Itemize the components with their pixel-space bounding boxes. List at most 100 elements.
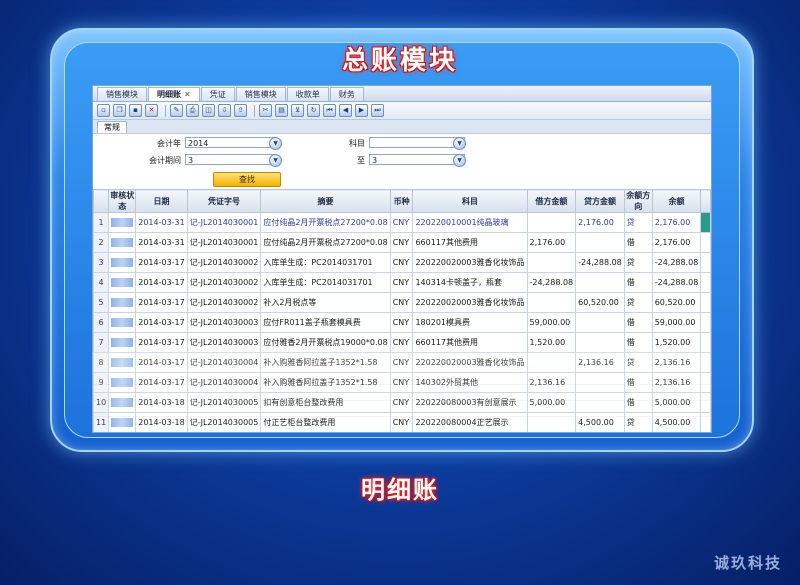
table-cell: -24,288.08 <box>526 272 577 293</box>
table-cell: 59,000.00 <box>526 312 577 333</box>
table-cell: 2,176.00 <box>651 232 702 253</box>
tab-receipt[interactable]: 收款单 <box>286 87 329 101</box>
cut-icon[interactable]: ✂ <box>259 104 272 117</box>
scrollbar-cell[interactable] <box>700 292 711 313</box>
toolbar-separator <box>165 104 166 117</box>
table-cell: 140314卡顿盖子，瓶套 <box>412 272 528 293</box>
chevron-down-icon[interactable]: ▼ <box>453 154 466 167</box>
row-number: 1 <box>93 212 110 233</box>
table-cell: 贷 <box>624 433 652 434</box>
paste-icon[interactable]: ▤ <box>275 104 288 117</box>
print-icon[interactable]: ⎙ <box>186 104 199 117</box>
tab-sales-module-2[interactable]: 销售模块 <box>235 87 286 101</box>
prev-page-icon[interactable]: ◀ <box>339 104 352 117</box>
col-header[interactable]: 余额 <box>651 189 702 213</box>
close-icon[interactable]: ✕ <box>184 88 191 101</box>
col-header[interactable]: 凭证字号 <box>186 189 262 213</box>
col-header[interactable]: 摘要 <box>260 189 391 213</box>
table-cell: 借 <box>623 232 653 253</box>
col-header[interactable]: 日期 <box>135 189 188 213</box>
table-row[interactable]: 12 2014-03-18记-JL2014030005有创意柜台整改收入CNY63… <box>94 433 711 434</box>
audit-status-cell <box>108 332 137 353</box>
tab-ledger-detail[interactable]: 明细账 ✕ <box>148 87 200 101</box>
table-row[interactable]: 5 2014-03-17 记-JL2014030002 补入2月税点等 CNY 22022… <box>93 292 711 313</box>
col-header[interactable]: 余额方向 <box>623 189 653 213</box>
table-row[interactable]: 3 2014-03-17 记-JL2014030002 入库单生成：PC2014031… <box>93 252 711 273</box>
table-cell <box>527 433 576 434</box>
preview-icon[interactable]: ◫ <box>202 104 215 117</box>
table-cell: 660117其他费用 <box>412 232 528 253</box>
table-cell: -24,288.08 <box>651 252 702 273</box>
refresh-icon[interactable]: ↻ <box>307 104 320 117</box>
table-row[interactable]: 1 2014-03-31 记-JL2014030001 应付纯晶2月开票税点27200… <box>93 212 711 233</box>
table-cell <box>575 312 625 333</box>
col-header[interactable]: 借方金额 <box>526 189 577 213</box>
to-input[interactable]: 3 <box>369 154 465 165</box>
status-bar <box>111 298 134 307</box>
table-cell: 借 <box>623 332 653 353</box>
first-page-icon[interactable]: ⏮ <box>323 104 336 117</box>
scrollbar-cell[interactable] <box>700 272 711 293</box>
subject-input[interactable] <box>369 137 465 148</box>
delete-icon[interactable]: ✕ <box>145 104 158 117</box>
col-header[interactable]: 科目 <box>412 189 528 213</box>
table-cell: 60,520.00 <box>651 292 702 313</box>
table-cell: 500.00 <box>576 433 625 434</box>
row-number: 5 <box>93 292 110 313</box>
col-header[interactable]: 贷方金额 <box>575 189 625 213</box>
table-row[interactable]: 6 2014-03-17 记-JL2014030003 应付FR011盖子瓶套模具费 C… <box>93 312 711 333</box>
status-bar <box>111 258 134 267</box>
last-page-icon[interactable]: ⏭ <box>371 104 384 117</box>
col-header[interactable]: 币种 <box>389 189 414 213</box>
scrollbar-cell[interactable] <box>700 252 711 273</box>
scrollbar-cell[interactable] <box>700 212 711 233</box>
import-icon[interactable]: ⇧ <box>234 104 247 117</box>
table-cell: CNY <box>390 433 413 434</box>
edit-icon[interactable]: ✎ <box>170 104 183 117</box>
col-header[interactable]: 审核状态 <box>108 189 137 213</box>
export-icon[interactable]: ⇩ <box>218 104 231 117</box>
scrollbar-cell[interactable] <box>700 312 711 333</box>
subtab-general[interactable]: 常规 <box>97 121 127 133</box>
scrollbar-cell[interactable] <box>700 332 711 353</box>
year-input[interactable]: 2014 <box>185 137 277 148</box>
table-cell: 入库单生成：PC201403170​1 <box>260 252 391 273</box>
table-cell: 630101其他 <box>413 433 527 434</box>
status-bar <box>111 238 134 247</box>
filter-icon[interactable]: ⊻ <box>291 104 304 117</box>
table-cell: -24,288.08 <box>651 272 702 293</box>
table-row[interactable]: 2 2014-03-31 记-JL2014030001 应付纯晶2月开票税点27200… <box>93 232 711 253</box>
tab-finance[interactable]: 财务 <box>329 87 364 101</box>
save-icon[interactable]: ▪ <box>129 104 142 117</box>
toolbar-separator <box>254 104 255 117</box>
copy-icon[interactable]: ❐ <box>113 104 126 117</box>
table-cell: 59,000.00 <box>651 312 702 333</box>
table-cell: 应付纯晶2月开票税点27200*0.08 <box>260 232 391 253</box>
new-icon[interactable]: ▫ <box>97 104 110 117</box>
chevron-down-icon[interactable]: ▼ <box>269 154 282 167</box>
col-header <box>93 189 110 213</box>
scrollbar-cell[interactable] <box>701 433 711 434</box>
query-button[interactable]: 查找 <box>213 172 281 187</box>
table-cell <box>526 292 577 313</box>
table-cell: -24,288.08 <box>575 252 625 273</box>
table-cell: 2014-03-17 <box>135 272 188 293</box>
chevron-down-icon[interactable]: ▼ <box>269 137 282 150</box>
table-cell: 500.00 <box>652 433 701 434</box>
table-cell <box>526 212 577 233</box>
table-cell: CNY <box>389 292 414 313</box>
sub-title: 明细账 <box>361 476 439 504</box>
table-row[interactable]: 4 2014-03-17 记-JL2014030002 入库单生成：PC2014031… <box>93 272 711 293</box>
table-cell: 220220020003雅香化妆饰品 <box>412 252 528 273</box>
table-cell: 180201模具费 <box>412 312 528 333</box>
window-reflection <box>92 352 710 432</box>
audit-status-cell <box>109 433 136 434</box>
table-cell: 2014-03-17 <box>135 332 188 353</box>
tab-voucher[interactable]: 凭证 <box>200 87 235 101</box>
period-input[interactable]: 3 <box>185 154 277 165</box>
table-row[interactable]: 7 2014-03-17 记-JL2014030003 应付雅香2月开票税点19000… <box>93 332 711 353</box>
chevron-down-icon[interactable]: ▼ <box>453 137 466 150</box>
next-page-icon[interactable]: ▶ <box>355 104 368 117</box>
scrollbar-cell[interactable] <box>700 232 711 253</box>
tab-sales-module[interactable]: 销售模块 <box>97 87 147 101</box>
